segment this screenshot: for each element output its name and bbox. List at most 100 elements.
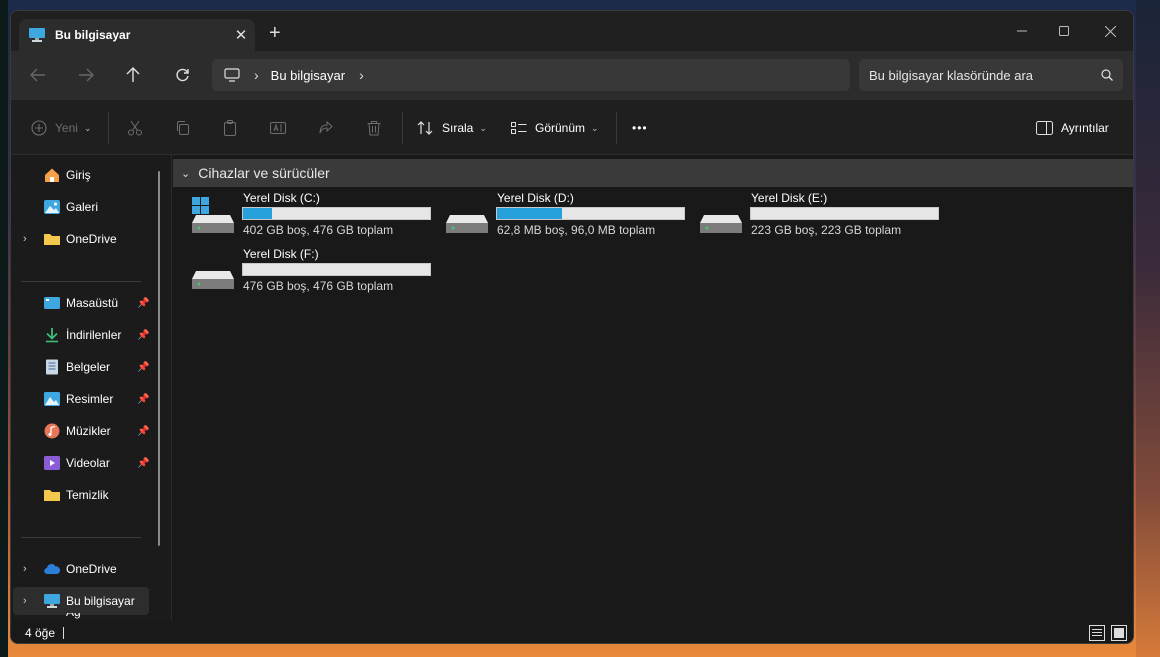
tiles-view-icon[interactable] bbox=[1111, 625, 1127, 641]
pc-icon bbox=[29, 28, 45, 42]
sidebar-item-label: Belgeler bbox=[66, 360, 111, 374]
drive-item[interactable]: Yerel Disk (D:) 62,8 MB boş, 96,0 MB top… bbox=[446, 191, 696, 245]
drive-name: Yerel Disk (C:) bbox=[243, 191, 320, 205]
new-button[interactable]: Yeni ⌄ bbox=[31, 100, 91, 156]
sidebar-item-temizlik[interactable]: Temizlik bbox=[11, 481, 161, 509]
file-explorer-window: Bu bilgisayar ✕ + › Bu bilgisayar › Bu b… bbox=[10, 10, 1134, 644]
pc-icon bbox=[224, 68, 240, 82]
details-pane-button[interactable]: Ayrıntılar bbox=[1036, 100, 1109, 156]
drive-name: Yerel Disk (E:) bbox=[751, 191, 828, 205]
details-view-icon[interactable] bbox=[1089, 625, 1105, 641]
back-button[interactable] bbox=[24, 63, 52, 87]
drive-item[interactable]: Yerel Disk (F:) 476 GB boş, 476 GB topla… bbox=[192, 247, 442, 301]
address-bar[interactable]: › Bu bilgisayar › bbox=[212, 59, 850, 91]
rename-icon bbox=[270, 122, 286, 134]
rename-button[interactable] bbox=[270, 100, 286, 156]
view-label: Görünüm bbox=[535, 121, 586, 135]
download-icon bbox=[46, 328, 58, 343]
more-options-button[interactable]: ••• bbox=[632, 100, 648, 156]
details-pane-icon bbox=[1036, 121, 1053, 135]
minimize-button[interactable] bbox=[999, 17, 1045, 45]
minimize-icon bbox=[1017, 30, 1027, 32]
group-header-devices[interactable]: ⌄ Cihazlar ve sürücüler bbox=[173, 159, 1133, 187]
new-tab-button[interactable]: + bbox=[269, 23, 281, 43]
refresh-button[interactable] bbox=[168, 63, 196, 87]
arrow-up-icon bbox=[126, 67, 140, 82]
pin-icon[interactable]: 📌 bbox=[137, 426, 149, 437]
sidebar-item-videolar[interactable]: Videolar 📌 bbox=[11, 449, 161, 477]
sidebar-item-onedrive[interactable]: › OneDrive bbox=[11, 555, 161, 583]
sidebar-item-label: Ağ bbox=[66, 613, 81, 619]
sidebar-item-label: Masaüstü bbox=[66, 296, 119, 310]
sidebar-item-ag[interactable]: Ağ bbox=[11, 613, 161, 621]
copy-button[interactable] bbox=[175, 100, 191, 156]
refresh-icon bbox=[175, 68, 189, 81]
chevron-right-icon[interactable]: › bbox=[23, 595, 27, 607]
search-box[interactable]: Bu bilgisayar klasöründe ara bbox=[859, 59, 1123, 91]
desktop-icon bbox=[44, 297, 60, 309]
sidebar-item-label: İndirilenler bbox=[66, 328, 122, 342]
pin-icon[interactable]: 📌 bbox=[137, 362, 149, 373]
folder-icon bbox=[44, 490, 60, 501]
view-button[interactable]: Görünüm ⌄ bbox=[511, 100, 599, 156]
breadcrumb-item[interactable]: Bu bilgisayar bbox=[271, 68, 345, 83]
forward-button[interactable] bbox=[72, 63, 100, 87]
drive-item[interactable]: Yerel Disk (C:) 402 GB boş, 476 GB topla… bbox=[192, 191, 442, 245]
up-button[interactable] bbox=[119, 63, 147, 87]
sidebar-item-bu-bilgisayar[interactable]: › Bu bilgisayar bbox=[13, 587, 149, 615]
sidebar-item-belgeler[interactable]: Belgeler 📌 bbox=[11, 353, 161, 381]
drive-name: Yerel Disk (D:) bbox=[497, 191, 574, 205]
close-window-button[interactable] bbox=[1087, 17, 1133, 45]
share-button[interactable] bbox=[318, 100, 334, 156]
pin-icon[interactable]: 📌 bbox=[137, 298, 149, 309]
clipboard-icon bbox=[224, 120, 236, 136]
new-label: Yeni bbox=[55, 121, 78, 135]
pin-icon[interactable]: 📌 bbox=[137, 394, 149, 405]
drive-usage-bar bbox=[750, 207, 939, 220]
sidebar-item-onedrive-folder[interactable]: › OneDrive bbox=[11, 225, 161, 253]
pin-icon[interactable]: 📌 bbox=[137, 458, 149, 469]
item-count: 4 öğe bbox=[25, 626, 56, 640]
sidebar-item-giris[interactable]: Giriş bbox=[11, 161, 161, 189]
share-icon bbox=[319, 120, 333, 134]
scissors-icon bbox=[128, 120, 142, 136]
navigation-pane: Giriş Galeri › OneDrive Masaüstü 📌 İndir… bbox=[11, 155, 171, 621]
drive-usage-bar bbox=[242, 207, 431, 220]
pictures-icon bbox=[44, 392, 60, 406]
group-title: Cihazlar ve sürücüler bbox=[198, 165, 330, 181]
title-bar: Bu bilgisayar ✕ + bbox=[11, 11, 1133, 51]
sidebar-item-indirilenler[interactable]: İndirilenler 📌 bbox=[11, 321, 161, 349]
sidebar-item-galeri[interactable]: Galeri bbox=[11, 193, 161, 221]
chevron-right-icon[interactable]: › bbox=[23, 233, 27, 245]
command-bar: Yeni ⌄ Sırala ⌄ Görünüm ⌄ ••• Ayrıntılar bbox=[11, 99, 1133, 155]
sidebar-item-label: Temizlik bbox=[66, 488, 109, 502]
sidebar-item-label: Bu bilgisayar bbox=[66, 594, 135, 608]
sidebar-item-masaustu[interactable]: Masaüstü 📌 bbox=[11, 289, 161, 317]
navigation-bar: › Bu bilgisayar › Bu bilgisayar klasörün… bbox=[11, 51, 1133, 99]
chevron-right-icon[interactable]: › bbox=[254, 67, 259, 83]
sidebar-item-label: Galeri bbox=[66, 200, 99, 214]
sidebar-item-muzikler[interactable]: Müzikler 📌 bbox=[11, 417, 161, 445]
chevron-right-icon[interactable]: › bbox=[359, 67, 364, 83]
pin-icon[interactable]: 📌 bbox=[137, 330, 149, 341]
maximize-button[interactable] bbox=[1041, 17, 1087, 45]
cloud-icon bbox=[44, 564, 60, 575]
more-icon: ••• bbox=[632, 121, 648, 135]
close-tab-button[interactable]: ✕ bbox=[227, 26, 255, 44]
search-placeholder: Bu bilgisayar klasöründe ara bbox=[869, 67, 1034, 83]
scrollbar[interactable] bbox=[158, 171, 160, 546]
delete-button[interactable] bbox=[366, 100, 382, 156]
tab-bu-bilgisayar[interactable]: Bu bilgisayar ✕ bbox=[19, 19, 255, 51]
sidebar-item-label: Giriş bbox=[66, 168, 91, 182]
chevron-right-icon[interactable]: › bbox=[23, 563, 27, 575]
sidebar-item-resimler[interactable]: Resimler 📌 bbox=[11, 385, 161, 413]
content-pane: ⌄ Cihazlar ve sürücüler Yerel Disk (C:) … bbox=[171, 155, 1133, 621]
gallery-icon bbox=[44, 200, 60, 214]
wallpaper bbox=[0, 0, 8, 657]
view-icon bbox=[511, 122, 527, 134]
sort-button[interactable]: Sırala ⌄ bbox=[417, 100, 487, 156]
cut-button[interactable] bbox=[127, 100, 143, 156]
paste-button[interactable] bbox=[222, 100, 238, 156]
plus-circle-icon bbox=[31, 120, 47, 136]
drive-item[interactable]: Yerel Disk (E:) 223 GB boş, 223 GB topla… bbox=[700, 191, 950, 245]
